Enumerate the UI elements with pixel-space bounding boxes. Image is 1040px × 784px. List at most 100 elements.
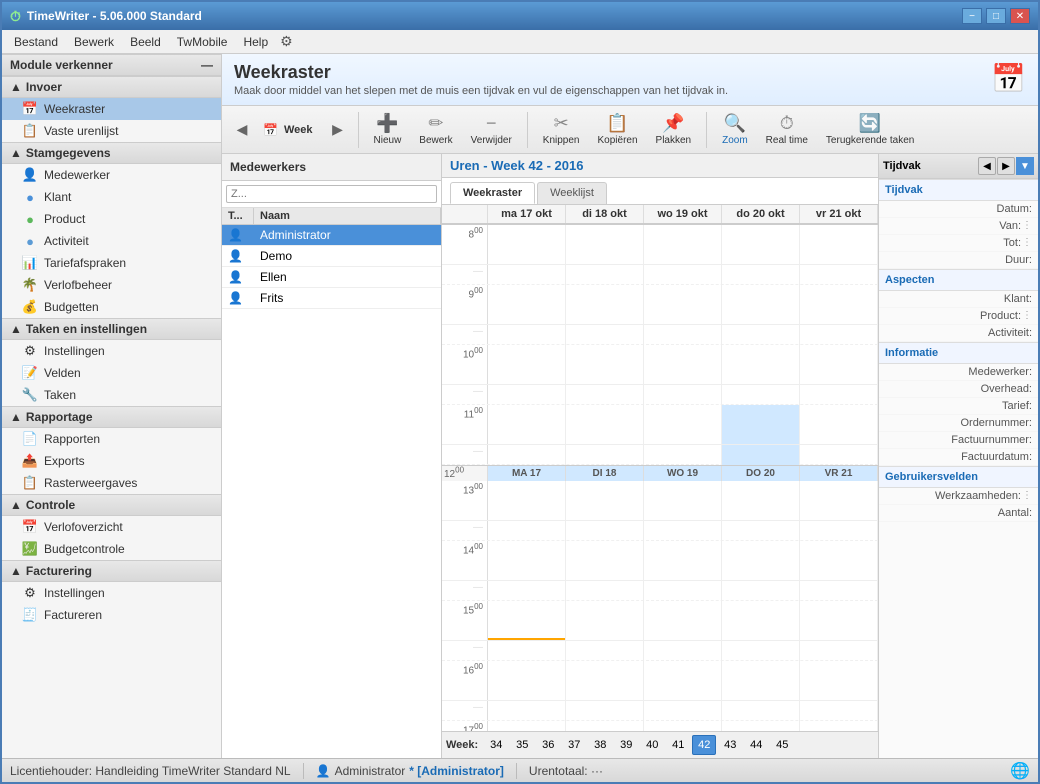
- cal-cell-11-wed[interactable]: [644, 405, 722, 444]
- cal-cell-8h-tue[interactable]: [566, 265, 644, 285]
- cal-cell-15-fri[interactable]: [800, 601, 878, 640]
- sidebar-section-rapportage[interactable]: ▲ Rapportage: [2, 406, 221, 428]
- cal-cell-15h-mon[interactable]: [488, 641, 566, 661]
- sidebar-item-exports[interactable]: 📤 Exports: [2, 450, 221, 472]
- sidebar-item-verlofbeheer[interactable]: 🌴 Verlofbeheer: [2, 274, 221, 296]
- cal-cell-15-thu[interactable]: [722, 601, 800, 640]
- cal-cell-11h-fri[interactable]: [800, 445, 878, 465]
- cal-cell-13h-thu[interactable]: [722, 521, 800, 541]
- cal-cell-16-wed[interactable]: [644, 661, 722, 700]
- cal-cell-16-fri[interactable]: [800, 661, 878, 700]
- cal-cell-8-mon[interactable]: [488, 225, 566, 264]
- cal-cell-17-tue[interactable]: [566, 721, 644, 731]
- week-num-43[interactable]: 43: [718, 735, 742, 755]
- cal-cell-15h-thu[interactable]: [722, 641, 800, 661]
- cal-cell-10-fri[interactable]: [800, 345, 878, 384]
- sidebar-item-rapporten[interactable]: 📄 Rapporten: [2, 428, 221, 450]
- sidebar-item-budgetten[interactable]: 💰 Budgetten: [2, 296, 221, 318]
- nav-next-button[interactable]: ▶: [326, 118, 350, 142]
- cal-cell-8h-mon[interactable]: [488, 265, 566, 285]
- cal-cell-17-thu[interactable]: [722, 721, 800, 731]
- sidebar-item-budgetcontrole[interactable]: 💹 Budgetcontrole: [2, 538, 221, 560]
- rp-prev-btn[interactable]: ◀: [978, 157, 996, 175]
- cal-cell-9-tue[interactable]: [566, 285, 644, 324]
- cal-cell-10h-fri[interactable]: [800, 385, 878, 405]
- cal-cell-11h-mon[interactable]: [488, 445, 566, 465]
- cal-cell-11-thu[interactable]: [722, 405, 800, 444]
- cal-cell-14-mon[interactable]: [488, 541, 566, 580]
- cal-cell-10-mon[interactable]: [488, 345, 566, 384]
- rp-next-btn[interactable]: ▶: [997, 157, 1015, 175]
- cal-cell-8-wed[interactable]: [644, 225, 722, 264]
- week-num-37[interactable]: 37: [562, 735, 586, 755]
- emp-row-ellen[interactable]: 👤 Ellen: [222, 267, 441, 288]
- sidebar-item-rasterweergaves[interactable]: 📋 Rasterweergaves: [2, 472, 221, 494]
- cal-cell-14-tue[interactable]: [566, 541, 644, 580]
- sidebar-item-velden[interactable]: 📝 Velden: [2, 362, 221, 384]
- cal-cell-8h-thu[interactable]: [722, 265, 800, 285]
- cal-cell-11-fri[interactable]: [800, 405, 878, 444]
- verwijder-button[interactable]: − Verwijder: [464, 110, 519, 149]
- week-num-36[interactable]: 36: [536, 735, 560, 755]
- cal-cell-9-fri[interactable]: [800, 285, 878, 324]
- cal-cell-13h-fri[interactable]: [800, 521, 878, 541]
- cal-cell-10h-mon[interactable]: [488, 385, 566, 405]
- emp-row-administrator[interactable]: 👤 Administrator: [222, 225, 441, 246]
- tab-weeklijst[interactable]: Weeklijst: [537, 182, 607, 204]
- nav-prev-button[interactable]: ◀: [230, 118, 254, 142]
- cal-cell-11h-tue[interactable]: [566, 445, 644, 465]
- week-num-41[interactable]: 41: [666, 735, 690, 755]
- cal-cell-13-wed[interactable]: [644, 481, 722, 520]
- cal-cell-14-fri[interactable]: [800, 541, 878, 580]
- cal-cell-15h-tue[interactable]: [566, 641, 644, 661]
- week-num-44[interactable]: 44: [744, 735, 768, 755]
- settings-gear-icon[interactable]: ⚙: [280, 33, 293, 50]
- cal-cell-11h-wed[interactable]: [644, 445, 722, 465]
- cal-cell-15-tue[interactable]: [566, 601, 644, 640]
- cal-cell-13-mon[interactable]: [488, 481, 566, 520]
- menu-beeld[interactable]: Beeld: [122, 33, 169, 51]
- sidebar-collapse-icon[interactable]: —: [201, 58, 213, 72]
- cal-cell-10h-wed[interactable]: [644, 385, 722, 405]
- sidebar-item-instellingen2[interactable]: ⚙ Instellingen: [2, 582, 221, 604]
- cal-cell-15-mon[interactable]: [488, 601, 566, 640]
- cal-cell-8-fri[interactable]: [800, 225, 878, 264]
- kopieren-button[interactable]: 📋 Kopiëren: [591, 110, 645, 149]
- emp-row-frits[interactable]: 👤 Frits: [222, 288, 441, 309]
- menu-twmobile[interactable]: TwMobile: [169, 33, 236, 51]
- week-num-42[interactable]: 42: [692, 735, 716, 755]
- menu-help[interactable]: Help: [235, 33, 276, 51]
- cal-cell-9-wed[interactable]: [644, 285, 722, 324]
- cal-cell-10-wed[interactable]: [644, 345, 722, 384]
- cal-cell-16h-tue[interactable]: [566, 701, 644, 721]
- sidebar-section-stamgegevens[interactable]: ▲ Stamgegevens: [2, 142, 221, 164]
- minimize-button[interactable]: −: [962, 8, 982, 24]
- week-num-35[interactable]: 35: [510, 735, 534, 755]
- emp-row-demo[interactable]: 👤 Demo: [222, 246, 441, 267]
- sidebar-item-medewerker[interactable]: 👤 Medewerker: [2, 164, 221, 186]
- sidebar-section-controle[interactable]: ▲ Controle: [2, 494, 221, 516]
- real-time-button[interactable]: ⏱ Real time: [759, 110, 815, 149]
- plakken-button[interactable]: 📌 Plakken: [649, 110, 699, 149]
- cal-cell-14h-mon[interactable]: [488, 581, 566, 601]
- knippen-button[interactable]: ✂ Knippen: [536, 110, 587, 149]
- cal-cell-17-wed[interactable]: [644, 721, 722, 731]
- terugkerende-taken-button[interactable]: 🔄 Terugkerende taken: [819, 110, 921, 149]
- cal-cell-14h-tue[interactable]: [566, 581, 644, 601]
- cal-cell-15-wed[interactable]: [644, 601, 722, 640]
- calendar-grid-container[interactable]: ma 17 okt di 18 okt wo 19 okt do 20 okt …: [442, 205, 878, 731]
- cal-cell-10h-thu[interactable]: [722, 385, 800, 405]
- sidebar-section-invoer[interactable]: ▲ Invoer: [2, 76, 221, 98]
- tab-weekraster[interactable]: Weekraster: [450, 182, 535, 204]
- sidebar-item-klant[interactable]: ● Klant: [2, 186, 221, 208]
- cal-cell-8h-fri[interactable]: [800, 265, 878, 285]
- cal-cell-14h-wed[interactable]: [644, 581, 722, 601]
- sidebar-item-instellingen1[interactable]: ⚙ Instellingen: [2, 340, 221, 362]
- cal-cell-10-tue[interactable]: [566, 345, 644, 384]
- cal-cell-13h-mon[interactable]: [488, 521, 566, 541]
- search-input[interactable]: [226, 185, 437, 203]
- cal-cell-15h-fri[interactable]: [800, 641, 878, 661]
- cal-cell-9-mon[interactable]: [488, 285, 566, 324]
- cal-cell-13-thu[interactable]: [722, 481, 800, 520]
- cal-cell-17-mon[interactable]: [488, 721, 566, 731]
